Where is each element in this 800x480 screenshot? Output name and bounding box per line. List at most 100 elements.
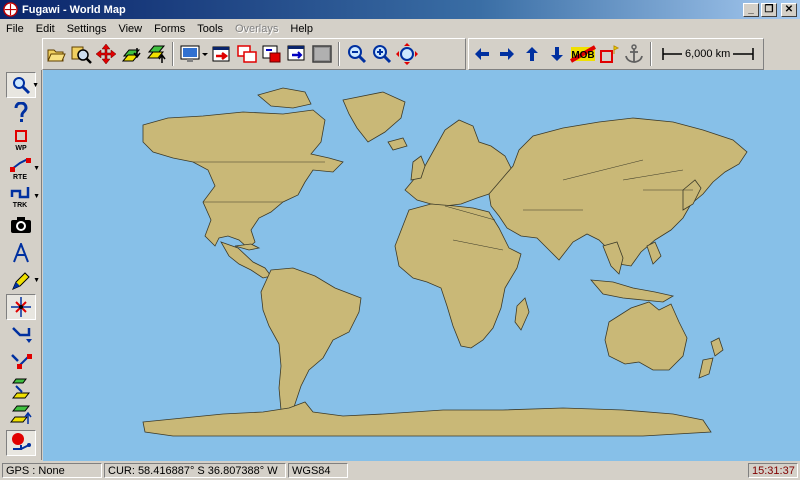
zoom-out-icon [347,45,366,64]
pan-right-button[interactable] [495,42,519,66]
menu-overlays: Overlays [234,22,279,35]
datum-status: WGS84 [288,463,348,478]
gps-record-tool[interactable] [6,430,36,456]
menu-tools[interactable]: Tools [191,23,229,35]
help-tool[interactable] [6,100,36,126]
import-button[interactable] [119,42,143,66]
gray-map-icon [311,45,332,63]
south-america-landmass [260,267,362,417]
map-view[interactable] [43,70,800,461]
send-to-icon [236,45,257,63]
menu-file[interactable]: File [0,23,30,35]
overlay-down-icon [11,378,31,399]
toolbar-separator [338,42,340,66]
zoom-in-button[interactable] [370,42,394,66]
menu-help[interactable]: Help [284,23,319,35]
route-tool[interactable]: RTE ▼ [6,156,40,182]
left-toolbar: ▼ WP RTE ▼ TRK ▼ ▼ [0,70,42,460]
main-toolbar [42,38,466,70]
waypoint-flag-button[interactable] [597,42,621,66]
world-map[interactable] [43,70,800,461]
dropdown-arrow-icon: ▼ [33,193,40,200]
arrow-down-icon [550,47,563,61]
anchor-button[interactable] [622,42,646,66]
help-icon [14,102,28,122]
magnify-tool[interactable]: ▼ [6,72,39,98]
antarctica-landmass [142,401,712,437]
menu-view[interactable]: View [112,23,148,35]
window-title: Fugawi - World Map [22,3,126,16]
waypoint-flag-icon [599,45,619,63]
minimize-button[interactable]: _ [743,2,759,17]
send-to-button[interactable] [235,42,259,66]
restore-button[interactable]: ❐ [761,2,777,17]
zoom-in-icon [372,45,391,64]
new-zealand-islands [698,337,724,379]
zoom-fit-icon [395,43,418,65]
minimize-icon: _ [748,3,754,15]
toolbar-separator [650,42,652,66]
menu-edit[interactable]: Edit [30,23,61,35]
find-map-button[interactable] [69,42,93,66]
display-icon [180,45,208,62]
magnify-icon [13,77,31,95]
mob-button[interactable]: MOB [569,42,596,66]
close-icon: ✕ [784,3,794,15]
fugawi-logo-icon [3,2,18,17]
track-icon: TRK [10,187,30,209]
gray-map-button[interactable] [310,42,334,66]
zoom-fit-button[interactable] [395,42,419,66]
map-window-button[interactable] [210,42,234,66]
menu-settings[interactable]: Settings [61,23,113,35]
move-map-button[interactable] [94,42,118,66]
display-button[interactable] [179,42,209,66]
route-transfer-down-tool[interactable] [6,350,36,376]
camera-tool[interactable] [6,212,36,238]
map-frame-button[interactable] [260,42,284,66]
pan-down-button[interactable] [545,42,569,66]
export-icon [146,45,166,63]
open-folder-button[interactable] [44,42,68,66]
pan-left-button[interactable] [470,42,494,66]
menu-forms[interactable]: Forms [148,23,191,35]
arctic-islands [257,87,312,109]
route-transfer-tool[interactable] [6,322,36,348]
select-tool[interactable] [6,294,36,320]
scale-bar: 6,000 km [662,47,755,61]
find-map-icon [71,46,92,64]
navigation-toolbar: MOB 6,000 km [468,38,764,70]
waypoint-tool[interactable]: WP [6,128,36,154]
wp-label: WP [15,145,27,152]
north-america-landmass [142,109,344,249]
menu-bar: File Edit Settings View Forms Tools Over… [0,19,800,38]
import-icon [121,48,141,62]
overlay-down-tool[interactable] [6,376,36,402]
close-button[interactable]: ✕ [781,2,797,17]
cursor-position: CUR: 58.416887° S 36.807388° W [104,463,286,478]
map-frame-icon [262,45,280,63]
pan-up-button[interactable] [520,42,544,66]
dropdown-arrow-icon: ▼ [33,277,40,284]
mob-icon: MOB [569,45,596,63]
route-transfer-down-icon [11,354,32,369]
map-sheet-button[interactable] [285,42,309,66]
select-icon [11,297,31,317]
route-transfer-icon [12,327,32,343]
arrow-right-icon [499,48,514,60]
iceland-island [387,137,408,151]
mob-label: MOB [571,50,594,61]
arrow-up-icon [525,47,538,61]
track-tool[interactable]: TRK ▼ [6,184,40,210]
overlay-up-icon [9,405,32,424]
status-bar: GPS : None CUR: 58.416887° S 36.807388° … [0,461,800,480]
export-button[interactable] [144,42,168,66]
dropdown-arrow-icon: ▼ [33,165,40,172]
africa-landmass [394,203,522,349]
zoom-out-button[interactable] [345,42,369,66]
pen-tool[interactable]: ▼ [6,268,40,294]
overlay-up-tool[interactable] [6,402,36,428]
text-tool[interactable] [6,240,36,266]
philippines-islands [646,241,662,265]
map-window-icon [212,46,229,62]
camera-icon [11,217,31,233]
